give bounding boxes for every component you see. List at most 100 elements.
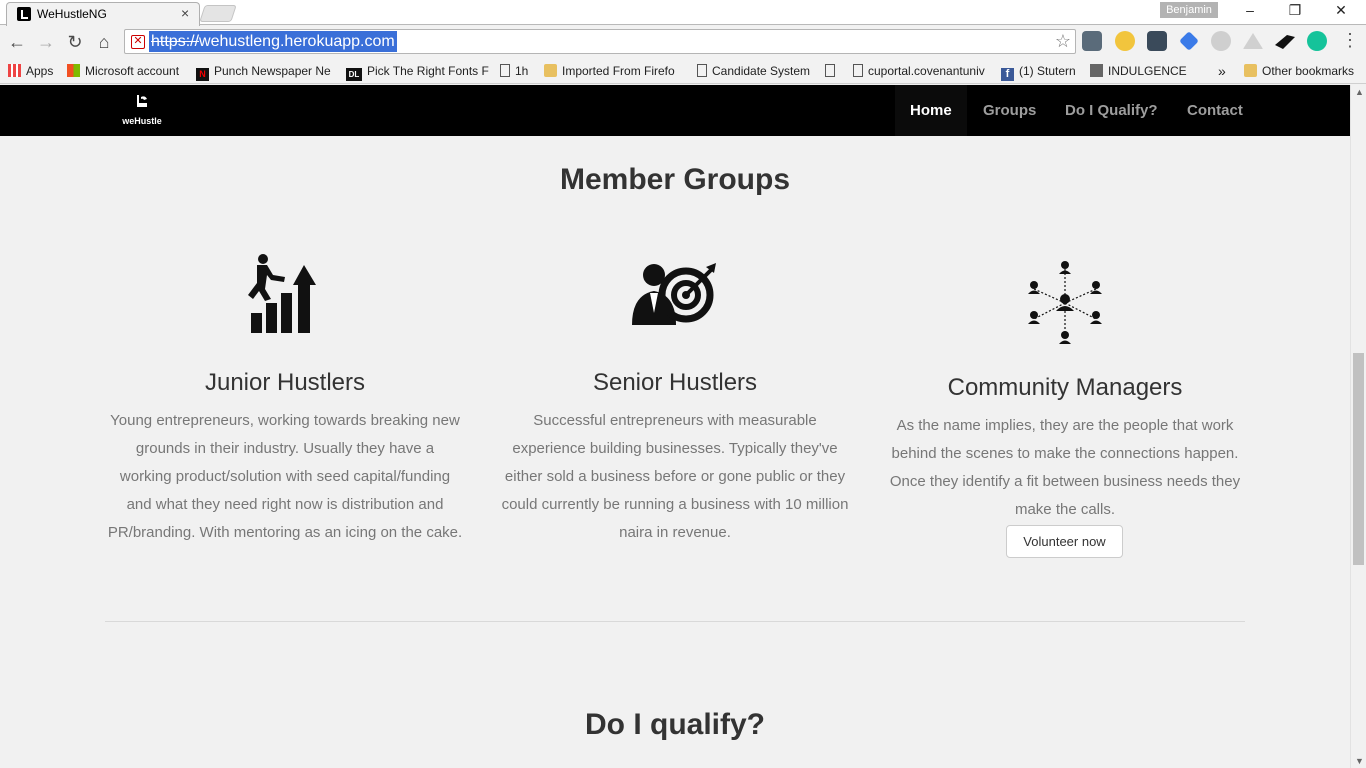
page-viewport: weHustle Home Groups Do I Qualify? Conta… bbox=[0, 85, 1350, 768]
tab-title: WeHustleNG bbox=[37, 7, 107, 21]
description-line: Successful entrepreneurs with measurable bbox=[533, 412, 817, 429]
bookmark-star-icon[interactable]: ☆ bbox=[1055, 31, 1071, 52]
description-line: grounds in their industry. Usually they … bbox=[135, 440, 435, 457]
network-people-icon bbox=[1028, 261, 1102, 344]
extension-feather-icon[interactable] bbox=[1275, 35, 1295, 49]
member-groups-title: Member Groups bbox=[559, 163, 791, 196]
microsoft-icon bbox=[67, 64, 80, 77]
bookmark-1h[interactable]: 1h bbox=[500, 63, 528, 79]
bookmark-label: Microsoft account bbox=[85, 64, 180, 78]
bookmark-label: Other bookmarks bbox=[1262, 64, 1355, 78]
bookmark-apps[interactable]: Apps bbox=[8, 63, 53, 79]
bookmark-label: Imported From Firefo bbox=[562, 64, 675, 78]
group-name: Community Managers bbox=[947, 374, 1183, 401]
description-line: make the calls. bbox=[1014, 501, 1116, 518]
extension-grammarly-icon[interactable] bbox=[1307, 31, 1327, 51]
restore-button[interactable]: ❐ bbox=[1273, 2, 1317, 22]
extension-more-icon[interactable] bbox=[1147, 31, 1167, 51]
do-i-qualify-title: Do I qualify? bbox=[585, 708, 765, 741]
address-bar[interactable]: ✕ https://wehustleng.herokuapp.com ☆ bbox=[124, 29, 1076, 54]
bookmarks-overflow-chevron-icon[interactable]: » bbox=[1218, 63, 1226, 79]
site-favicon-icon bbox=[17, 7, 31, 21]
bookmark-label: Candidate System bbox=[712, 64, 811, 78]
site-navbar: weHustle Home Groups Do I Qualify? Conta… bbox=[0, 85, 1350, 136]
bookmark-indulgence[interactable]: INDULGENCE bbox=[1090, 63, 1187, 79]
facebook-icon: f bbox=[1001, 68, 1014, 81]
volunteer-now-button[interactable]: Volunteer now bbox=[1006, 525, 1123, 558]
bookmarks-bar: Apps Microsoft account N Punch Newspaper … bbox=[0, 58, 1366, 84]
forward-icon[interactable]: → bbox=[35, 31, 57, 53]
group-name: Senior Hustlers bbox=[592, 369, 758, 396]
minimize-button[interactable]: – bbox=[1228, 2, 1272, 22]
description-line: Young entrepreneurs, working towards bre… bbox=[110, 412, 460, 429]
tab-close-icon[interactable]: × bbox=[181, 5, 189, 21]
scroll-up-icon[interactable]: ▲ bbox=[1355, 87, 1364, 97]
tab-strip: WeHustleNG × Benjamin – ❐ ✕ bbox=[0, 0, 1366, 26]
bookmark-other[interactable]: Other bookmarks bbox=[1244, 63, 1354, 79]
punch-icon: N bbox=[196, 68, 209, 81]
page-icon bbox=[697, 64, 707, 77]
nav-contact[interactable]: Contact bbox=[1172, 85, 1258, 136]
insecure-lock-icon[interactable]: ✕ bbox=[131, 35, 145, 49]
extension-drive-icon[interactable] bbox=[1243, 33, 1263, 49]
bookmark-punch[interactable]: N Punch Newspaper Ne bbox=[196, 63, 331, 81]
chrome-menu-icon[interactable]: ⋮ bbox=[1340, 30, 1360, 52]
bookmark-stutern[interactable]: f (1) Stutern bbox=[1001, 63, 1076, 81]
reload-icon[interactable]: ↻ bbox=[64, 31, 86, 53]
profile-button[interactable]: Benjamin bbox=[1160, 2, 1218, 18]
indulgence-icon bbox=[1090, 64, 1103, 77]
description-line: PR/branding. With mentoring as an icing … bbox=[107, 524, 463, 541]
logo-text: weHustle bbox=[122, 116, 162, 126]
group-description: As the name implies, they are the people… bbox=[880, 412, 1250, 524]
bookmark-cuportal[interactable]: cuportal.covenantuniv bbox=[853, 63, 985, 79]
dl-icon: DL bbox=[346, 68, 362, 81]
group-description: Young entrepreneurs, working towards bre… bbox=[100, 407, 470, 547]
browser-tab[interactable]: WeHustleNG × bbox=[6, 2, 200, 26]
site-logo[interactable]: weHustle bbox=[112, 91, 172, 129]
scrollbar-thumb[interactable] bbox=[1353, 353, 1364, 565]
group-description: Successful entrepreneurs with measurable… bbox=[490, 407, 860, 547]
target-businessman-icon bbox=[632, 263, 716, 325]
close-window-button[interactable]: ✕ bbox=[1319, 2, 1363, 22]
page-icon bbox=[825, 64, 835, 77]
description-line: As the name implies, they are the people… bbox=[896, 417, 1234, 434]
extension-evernote-icon[interactable] bbox=[1082, 31, 1102, 51]
folder-icon bbox=[1244, 64, 1257, 77]
home-icon[interactable]: ⌂ bbox=[93, 31, 115, 53]
description-line: experience building businesses. Typicall… bbox=[512, 440, 838, 457]
description-line: behind the scenes to make the connection… bbox=[891, 445, 1239, 462]
page-icon bbox=[853, 64, 863, 77]
bookmark-label: Punch Newspaper Ne bbox=[214, 64, 331, 78]
browser-toolbar: ← → ↻ ⌂ ✕ https://wehustleng.herokuapp.c… bbox=[0, 26, 1366, 58]
bookmark-candidate[interactable]: Candidate System bbox=[697, 63, 810, 79]
nav-home[interactable]: Home bbox=[895, 85, 967, 136]
bookmark-label: Apps bbox=[26, 64, 54, 78]
url-protocol: https:// bbox=[151, 33, 200, 50]
description-line: could currently be running a business wi… bbox=[501, 496, 849, 513]
nav-do-i-qualify[interactable]: Do I Qualify? bbox=[1050, 85, 1173, 136]
extension-diamond-icon[interactable] bbox=[1179, 31, 1199, 51]
new-tab-button[interactable] bbox=[199, 5, 237, 22]
bookmark-label: Pick The Right Fonts F bbox=[367, 64, 489, 78]
logo-mark-icon bbox=[137, 95, 147, 107]
extension-emoji-icon[interactable] bbox=[1115, 31, 1135, 51]
nav-groups[interactable]: Groups bbox=[968, 85, 1051, 136]
bookmark-imported[interactable]: Imported From Firefo bbox=[544, 63, 675, 79]
description-line: working product/solution with seed capit… bbox=[119, 468, 451, 485]
bookmark-label: cuportal.covenantuniv bbox=[868, 64, 985, 78]
section-divider bbox=[105, 621, 1245, 622]
bookmark-label: (1) Stutern bbox=[1019, 64, 1076, 78]
description-line: either sold a business before or gone pu… bbox=[504, 468, 846, 485]
bookmark-microsoft[interactable]: Microsoft account bbox=[67, 63, 179, 79]
url-host: wehustleng.herokuapp.com bbox=[199, 33, 395, 50]
scroll-down-icon[interactable]: ▼ bbox=[1355, 756, 1364, 766]
page-icon bbox=[500, 64, 510, 77]
extension-m-icon[interactable] bbox=[1211, 31, 1231, 51]
description-line: and what they need right now is distribu… bbox=[126, 496, 444, 513]
bookmark-untitled[interactable] bbox=[825, 63, 840, 79]
url-text[interactable]: https://wehustleng.herokuapp.com bbox=[149, 31, 397, 52]
description-line: naira in revenue. bbox=[619, 524, 731, 541]
bookmark-fonts[interactable]: DL Pick The Right Fonts F bbox=[346, 63, 489, 81]
back-icon[interactable]: ← bbox=[6, 31, 28, 53]
page-scrollbar[interactable]: ▲ ▼ bbox=[1350, 85, 1366, 768]
